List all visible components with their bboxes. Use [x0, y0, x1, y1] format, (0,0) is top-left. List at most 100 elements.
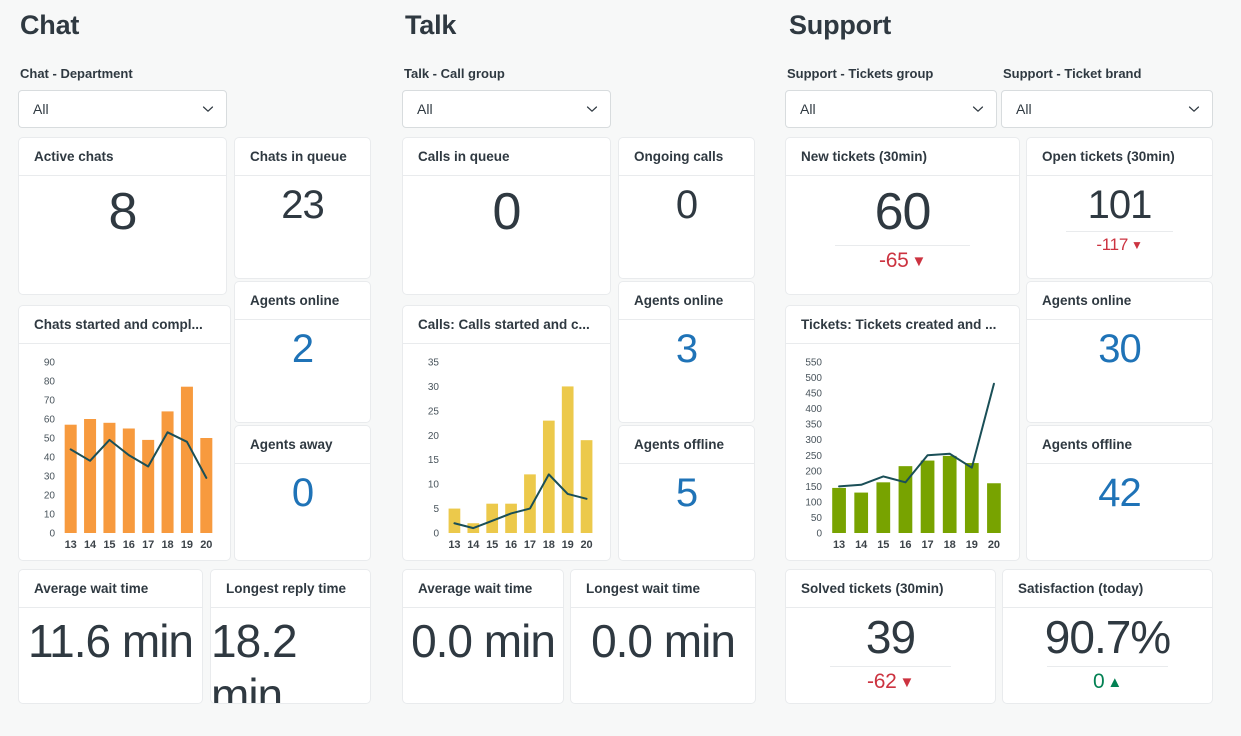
svg-text:17: 17 [142, 539, 154, 551]
card-title: Agents offline [1027, 426, 1212, 464]
svg-text:35: 35 [428, 358, 440, 369]
svg-text:80: 80 [44, 377, 56, 388]
talk-chart: 051015202530351314151617181920 [403, 344, 610, 559]
card-support-solved-tickets[interactable]: Solved tickets (30min) 39 -62 ▼ [785, 569, 996, 704]
card-chat-agents-online[interactable]: Agents online 2 [234, 281, 371, 423]
card-talk-calls-started-chart[interactable]: Calls: Calls started and c... 0510152025… [402, 305, 611, 561]
card-chat-chats-in-queue[interactable]: Chats in queue 23 [234, 137, 371, 279]
card-support-agents-offline[interactable]: Agents offline 42 [1026, 425, 1213, 561]
delta-badge: -117 ▼ [1096, 235, 1142, 255]
svg-text:250: 250 [805, 451, 822, 462]
card-title: Chats started and compl... [19, 306, 230, 344]
card-body: 2 [235, 320, 370, 421]
chat-chart: 01020304050607080901314151617181920 [19, 344, 230, 559]
chevron-down-icon [584, 101, 600, 117]
metric-value: 0 [292, 470, 313, 517]
metric-value: 0.0 min [411, 614, 555, 668]
card-body: 051015202530351314151617181920 [403, 344, 610, 559]
delta-value: 0 [1093, 670, 1104, 694]
svg-text:15: 15 [428, 455, 440, 466]
delta-value: -117 [1096, 235, 1128, 255]
svg-text:0: 0 [49, 529, 55, 540]
svg-text:60: 60 [44, 415, 56, 426]
metric-value: 3 [676, 326, 697, 373]
svg-text:19: 19 [562, 539, 574, 551]
section-title-talk: Talk [405, 10, 456, 41]
card-support-new-tickets[interactable]: New tickets (30min) 60 -65 ▼ [785, 137, 1020, 295]
metric-value: 23 [281, 182, 324, 229]
delta-divider [830, 666, 951, 667]
card-support-agents-online[interactable]: Agents online 30 [1026, 281, 1213, 423]
metric-value: 30 [1098, 326, 1141, 373]
filter-value-support-ticket-brand: All [1016, 101, 1186, 117]
card-title: Active chats [19, 138, 226, 176]
metric-value: 60 [875, 182, 931, 243]
card-support-open-tickets[interactable]: Open tickets (30min) 101 -117 ▼ [1026, 137, 1213, 279]
metric-value: 0.0 min [591, 614, 735, 668]
filter-select-support-tickets-group[interactable]: All [785, 90, 997, 128]
card-chat-chats-started-chart[interactable]: Chats started and compl... 0102030405060… [18, 305, 231, 561]
card-title: Average wait time [403, 570, 563, 608]
metric-value: 5 [676, 470, 697, 517]
svg-text:40: 40 [44, 453, 56, 464]
card-talk-longest-wait-time[interactable]: Longest wait time 0.0 min [570, 569, 756, 704]
card-chat-longest-reply-time[interactable]: Longest reply time 18.2 min [210, 569, 371, 704]
delta-divider [1047, 666, 1168, 667]
filter-select-support-ticket-brand[interactable]: All [1001, 90, 1213, 128]
filter-label-talk-call-group: Talk - Call group [404, 66, 505, 81]
card-title: Agents away [235, 426, 370, 464]
card-support-tickets-created-chart[interactable]: Tickets: Tickets created and ... 0501001… [785, 305, 1020, 561]
metric-value: 0 [676, 182, 697, 229]
card-chat-average-wait-time[interactable]: Average wait time 11.6 min [18, 569, 203, 704]
card-talk-average-wait-time[interactable]: Average wait time 0.0 min [402, 569, 564, 704]
card-support-satisfaction[interactable]: Satisfaction (today) 90.7% 0 ▲ [1002, 569, 1213, 704]
svg-text:13: 13 [65, 539, 77, 551]
svg-text:15: 15 [486, 539, 498, 551]
metric-value: 8 [109, 182, 137, 243]
filter-value-talk-call-group: All [417, 101, 584, 117]
card-title: Ongoing calls [619, 138, 754, 176]
card-talk-ongoing-calls[interactable]: Ongoing calls 0 [618, 137, 755, 279]
svg-text:20: 20 [44, 491, 56, 502]
metric-value: 18.2 min [211, 614, 370, 704]
svg-text:30: 30 [428, 382, 440, 393]
card-body: 0.0 min [571, 608, 755, 702]
metric-value: 42 [1098, 470, 1141, 517]
metric-value: 11.6 min [28, 614, 193, 668]
svg-text:10: 10 [44, 510, 56, 521]
svg-text:5: 5 [433, 504, 439, 515]
chevron-down-icon [970, 101, 986, 117]
metric-value: 39 [866, 610, 915, 664]
card-body: 101 -117 ▼ [1027, 176, 1212, 277]
svg-text:10: 10 [428, 480, 440, 491]
card-talk-calls-in-queue[interactable]: Calls in queue 0 [402, 137, 611, 295]
delta-badge: 0 ▲ [1093, 670, 1122, 694]
svg-text:17: 17 [921, 539, 933, 551]
svg-text:550: 550 [805, 358, 822, 369]
card-talk-agents-offline[interactable]: Agents offline 5 [618, 425, 755, 561]
filter-select-talk-call-group[interactable]: All [402, 90, 611, 128]
card-talk-agents-online[interactable]: Agents online 3 [618, 281, 755, 423]
card-body: 01020304050607080901314151617181920 [19, 344, 230, 559]
svg-text:350: 350 [805, 420, 822, 431]
card-title: Open tickets (30min) [1027, 138, 1212, 176]
svg-text:50: 50 [811, 513, 823, 524]
svg-text:18: 18 [944, 539, 956, 551]
card-chat-active-chats[interactable]: Active chats 8 [18, 137, 227, 295]
svg-text:0: 0 [433, 529, 439, 540]
filter-select-chat-department[interactable]: All [18, 90, 227, 128]
filter-label-support-ticket-brand: Support - Ticket brand [1003, 66, 1141, 81]
delta-badge: -62 ▼ [867, 670, 914, 694]
svg-text:14: 14 [467, 539, 480, 551]
metric-value: 0 [493, 182, 521, 243]
card-chat-agents-away[interactable]: Agents away 0 [234, 425, 371, 561]
svg-text:18: 18 [543, 539, 555, 551]
card-body: 0.0 min [403, 608, 563, 702]
svg-text:100: 100 [805, 497, 822, 508]
card-body: 11.6 min [19, 608, 202, 702]
metric-value: 2 [292, 326, 313, 373]
card-body: 90.7% 0 ▲ [1003, 608, 1212, 702]
triangle-down-icon: ▼ [1131, 239, 1143, 251]
svg-text:20: 20 [988, 539, 1000, 551]
filter-value-support-tickets-group: All [800, 101, 970, 117]
